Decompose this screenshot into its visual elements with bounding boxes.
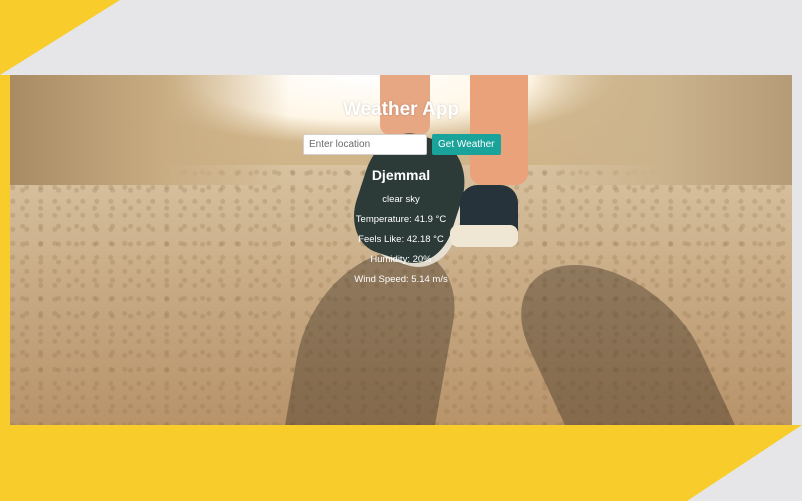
decorative-yellow-triangle-top <box>0 0 120 75</box>
decorative-yellow-band-bottom <box>0 425 802 501</box>
temperature-value: Temperature: 41.9 °C <box>355 214 447 225</box>
feels-like-value: Feels Like: 42.18 °C <box>358 234 444 245</box>
decorative-gray-triangle-bottom <box>687 425 802 501</box>
location-input[interactable] <box>303 134 427 155</box>
humidity-value: Humidity: 20% <box>370 254 432 265</box>
wind-speed-value: Wind Speed: 5.14 m/s <box>354 274 448 285</box>
presentation-frame: Weather App Get Weather Djemmal clear sk… <box>0 0 802 501</box>
city-name: Djemmal <box>371 167 431 183</box>
weather-app: Weather App Get Weather Djemmal clear sk… <box>10 75 792 425</box>
search-row: Get Weather <box>303 134 501 155</box>
weather-description: clear sky <box>382 194 420 205</box>
get-weather-button[interactable]: Get Weather <box>432 134 501 155</box>
app-screenshot: Weather App Get Weather Djemmal clear sk… <box>10 75 792 425</box>
app-title: Weather App <box>342 99 460 120</box>
